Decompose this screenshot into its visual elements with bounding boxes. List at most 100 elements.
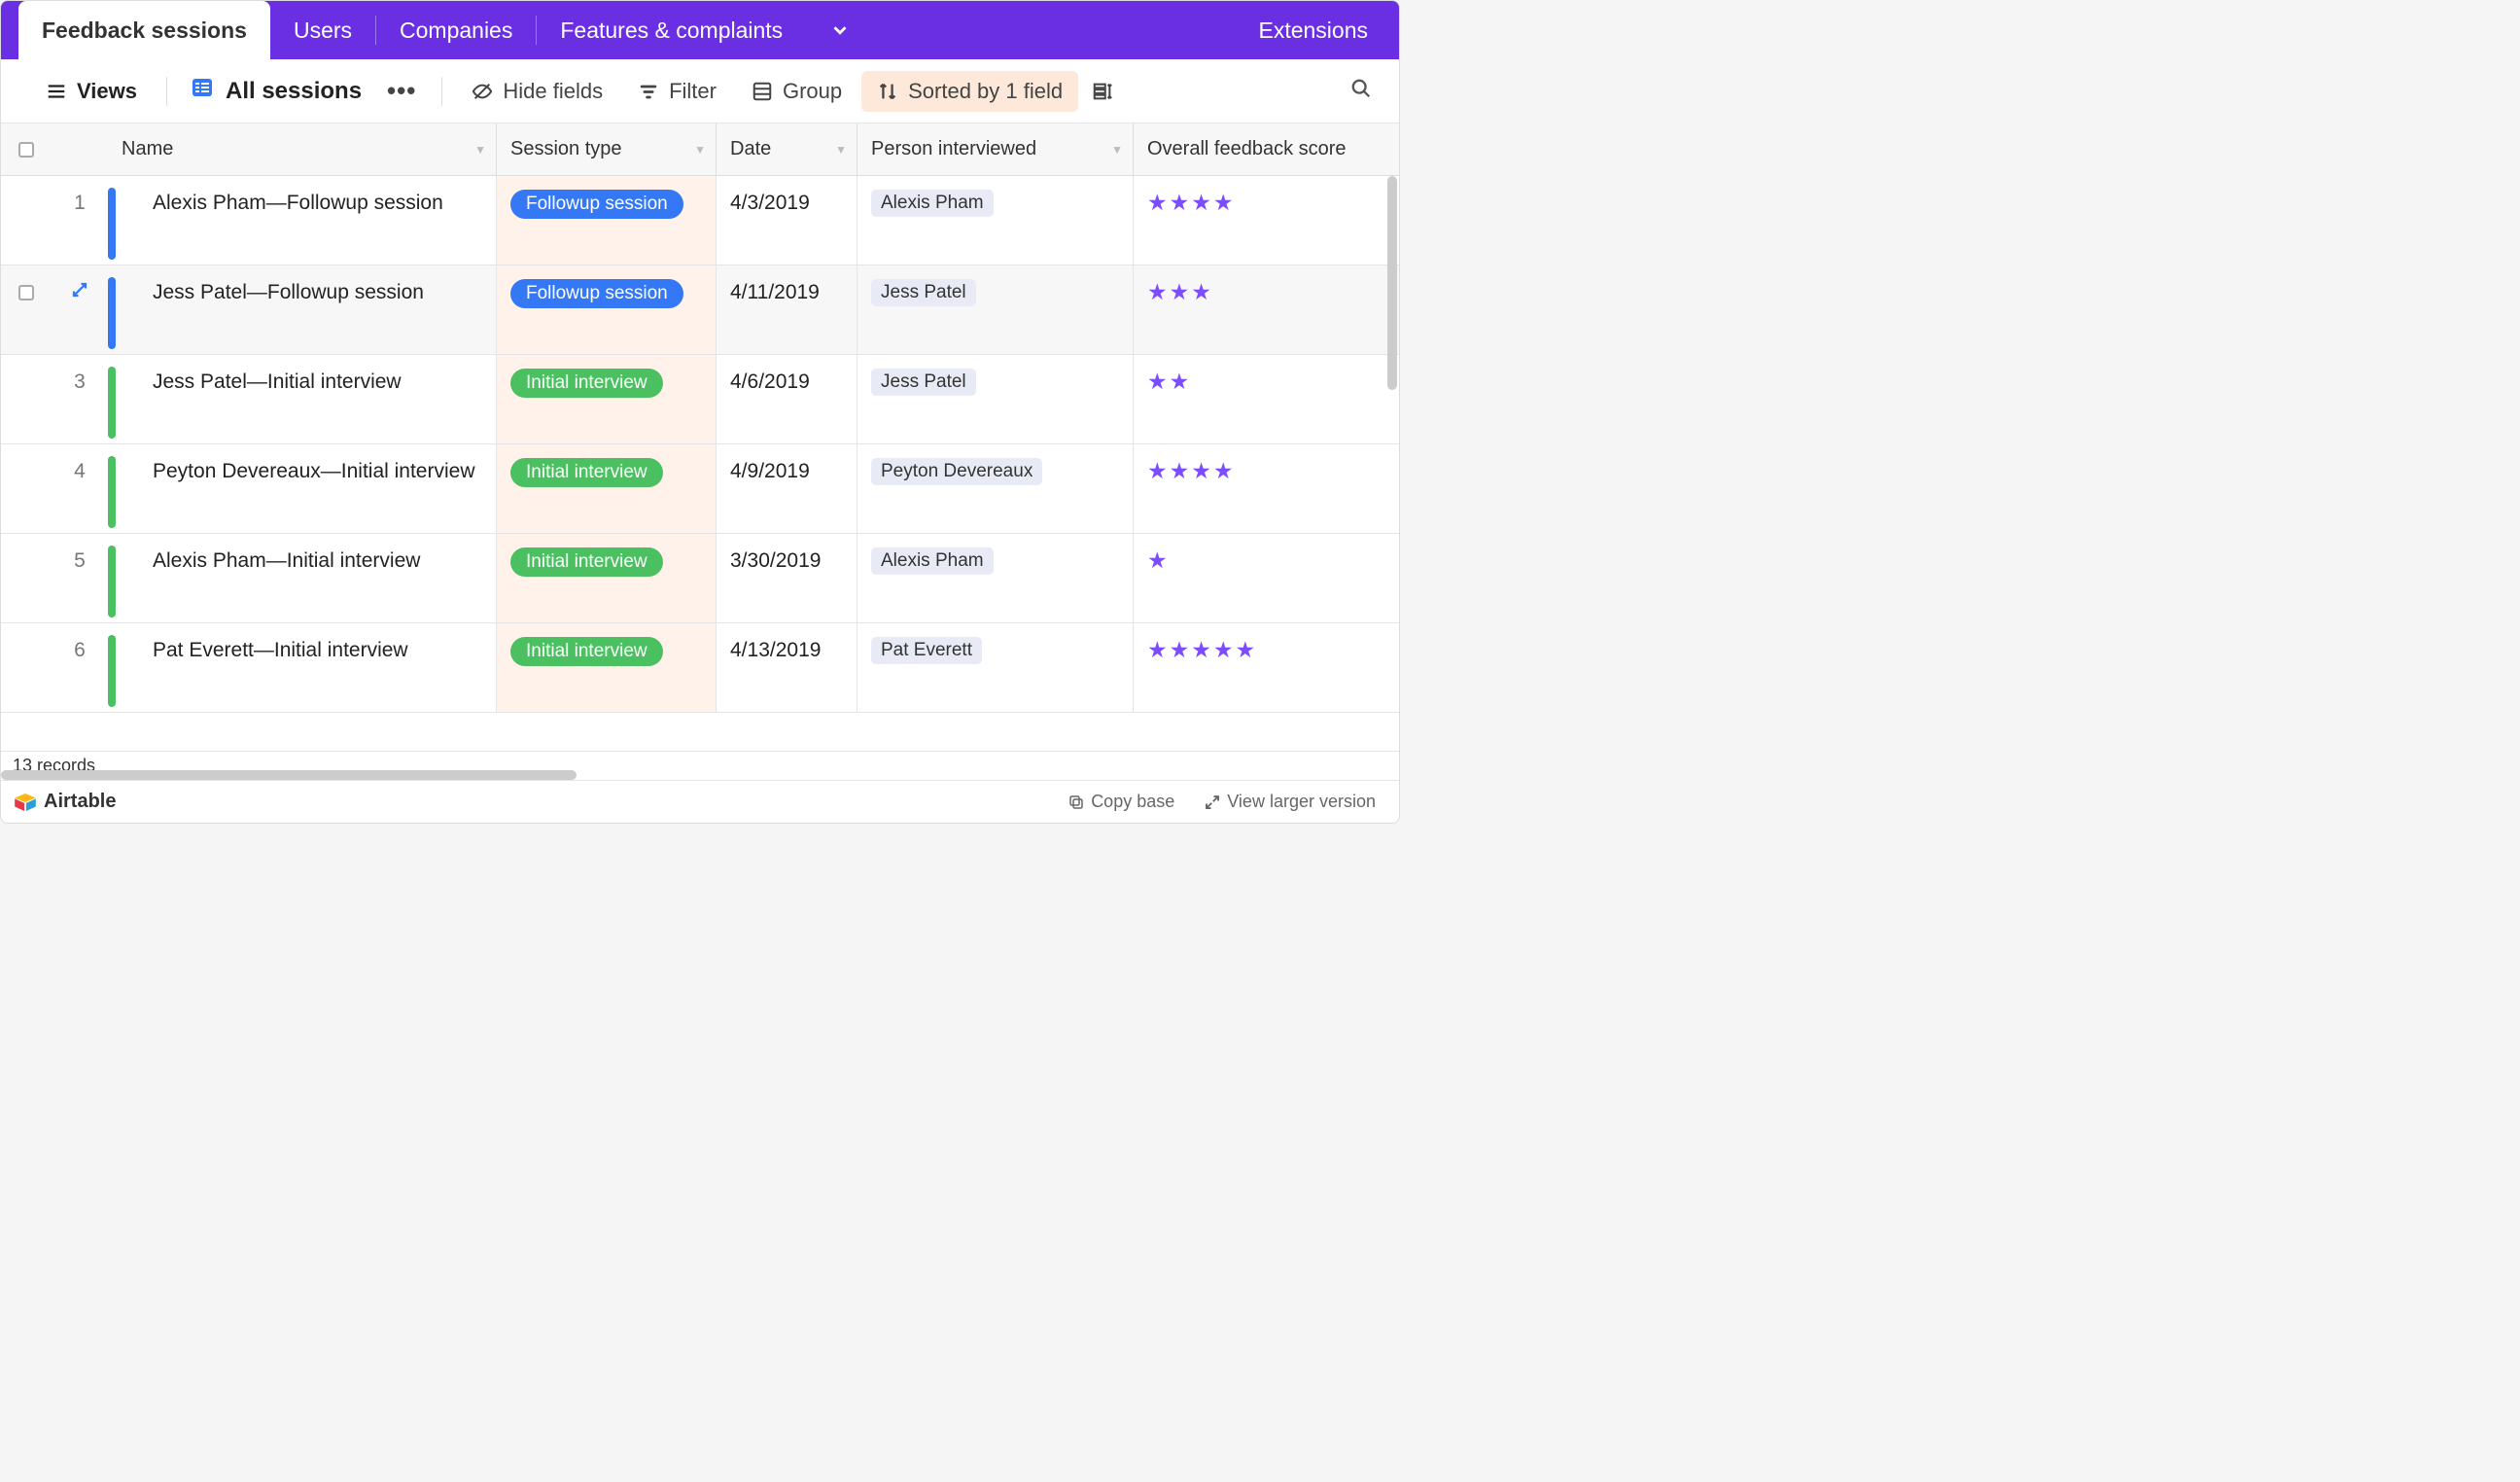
star-rating: ★★★ [1147,279,1213,305]
table-row[interactable]: 6Pat Everett—Initial interviewInitial in… [1,623,1399,713]
row-color-bar [108,367,116,439]
cell-session-type[interactable]: Initial interview [497,355,717,443]
date-value: 4/9/2019 [730,460,810,483]
table-row[interactable]: 5Alexis Pham—Initial interviewInitial in… [1,534,1399,623]
expand-record-icon[interactable] [71,281,88,304]
column-header-date[interactable]: Date ▼ [717,124,858,175]
group-button[interactable]: Group [736,71,858,112]
app-frame: Feedback sessions Users Companies Features … [0,0,1400,824]
column-header-person[interactable]: Person interviewed ▼ [858,124,1134,175]
cell-person[interactable]: Alexis Pham [858,534,1134,622]
copy-base-button[interactable]: Copy base [1058,788,1184,816]
horizontal-scrollbar[interactable] [1,770,577,780]
person-tag: Jess Patel [871,369,976,396]
cell-name[interactable]: Peyton Devereaux—Initial interview [123,444,497,533]
current-view-name: All sessions [226,78,362,105]
cell-session-type[interactable]: Followup session [497,176,717,265]
chevron-down-icon: ▼ [694,143,706,157]
column-header-session-type[interactable]: Session type ▼ [497,124,717,175]
cell-person[interactable]: Jess Patel [858,265,1134,354]
vertical-scrollbar[interactable] [1387,176,1397,390]
cell-date[interactable]: 4/3/2019 [717,176,858,265]
expand-icon [1204,794,1221,811]
filter-button[interactable]: Filter [622,71,732,112]
filter-icon [638,81,659,102]
cell-score[interactable]: ★★★ [1134,265,1375,354]
cell-date[interactable]: 4/13/2019 [717,623,858,712]
eye-off-icon [472,81,493,102]
cell-session-type[interactable]: Followup session [497,265,717,354]
row-checkbox-cell[interactable] [1,444,52,533]
star-rating: ★★★★★ [1147,637,1257,663]
table-tab[interactable]: Companies [376,1,536,59]
cell-person[interactable]: Jess Patel [858,355,1134,443]
column-label: Session type [510,138,622,160]
table-tab[interactable]: Features & complaints [537,1,806,59]
table-row[interactable]: Jess Patel—Followup session Followup sess… [1,265,1399,355]
row-height-icon [1092,81,1113,102]
chevron-down-icon: ▼ [1111,143,1123,157]
hide-fields-button[interactable]: Hide fields [456,71,618,112]
table-tab[interactable]: Feedback sessions [18,1,270,59]
star-rating: ★★ [1147,369,1191,395]
tab-label: Companies [400,18,512,44]
cell-name[interactable]: Jess Patel—Followup session [123,265,497,354]
cell-score[interactable]: ★★★★ [1134,176,1375,265]
tab-label: Features & complaints [560,18,783,44]
airtable-logo[interactable]: Airtable [15,791,116,813]
row-checkbox-cell[interactable] [1,265,52,354]
row-number-cell: 6 [52,623,108,712]
column-label: Date [730,138,771,160]
cell-score[interactable]: ★★★★★ [1134,623,1375,712]
table-row[interactable]: 4Peyton Devereaux—Initial interviewIniti… [1,444,1399,534]
cell-score[interactable]: ★★ [1134,355,1375,443]
cell-date[interactable]: 3/30/2019 [717,534,858,622]
cell-date[interactable]: 4/11/2019 [717,265,858,354]
cell-name[interactable]: Alexis Pham—Initial interview [123,534,497,622]
cell-name[interactable]: Alexis Pham—Followup session [123,176,497,265]
cell-date[interactable]: 4/9/2019 [717,444,858,533]
row-color-bar [108,188,116,260]
header-select-all[interactable] [1,124,52,175]
view-more-menu[interactable]: ••• [375,76,428,106]
column-header-score[interactable]: Overall feedback score [1134,124,1375,175]
search-button[interactable] [1343,70,1380,113]
session-type-pill: Initial interview [510,369,663,398]
row-checkbox-cell[interactable] [1,623,52,712]
table-row[interactable]: 1 Alexis Pham—Followup sessionFollowup se… [1,176,1399,265]
date-value: 4/13/2019 [730,639,821,662]
cell-score[interactable]: ★★★★ [1134,444,1375,533]
row-checkbox-cell[interactable] [1,355,52,443]
view-larger-button[interactable]: View larger version [1194,788,1385,816]
current-view-picker[interactable]: All sessions [181,70,371,112]
sort-button[interactable]: Sorted by 1 field [861,71,1078,112]
table-body: 1Alexis Pham—Followup sessionFollowup se… [1,176,1399,751]
row-checkbox-cell[interactable] [1,176,52,265]
cell-session-type[interactable]: Initial interview [497,534,717,622]
record-name: Alexis Pham—Initial interview [153,549,420,573]
cell-person[interactable]: Peyton Devereaux [858,444,1134,533]
cell-person[interactable]: Pat Everett [858,623,1134,712]
cell-person[interactable]: Alexis Pham [858,176,1134,265]
table-row[interactable]: 3Jess Patel—Initial interviewInitial int… [1,355,1399,444]
extensions-button[interactable]: Extensions [1237,1,1389,59]
more-tables-dropdown[interactable] [806,1,874,59]
session-type-pill: Followup session [510,279,683,308]
row-color-bar-cell [108,623,123,712]
star-rating: ★★★★ [1147,190,1235,216]
cell-date[interactable]: 4/6/2019 [717,355,858,443]
cell-score[interactable]: ★ [1134,534,1375,622]
row-number: 1 [74,192,86,215]
person-tag: Pat Everett [871,637,982,664]
cell-name[interactable]: Pat Everett—Initial interview [123,623,497,712]
cell-session-type[interactable]: Initial interview [497,444,717,533]
table-tab[interactable]: Users [270,1,375,59]
views-switcher-button[interactable]: Views [30,71,153,112]
cell-name[interactable]: Jess Patel—Initial interview [123,355,497,443]
column-header-name[interactable]: Name ▼ [108,124,497,175]
tab-label: Users [294,18,352,44]
cell-session-type[interactable]: Initial interview [497,623,717,712]
row-color-bar-cell [108,355,123,443]
row-height-button[interactable] [1082,73,1123,110]
row-checkbox-cell[interactable] [1,534,52,622]
